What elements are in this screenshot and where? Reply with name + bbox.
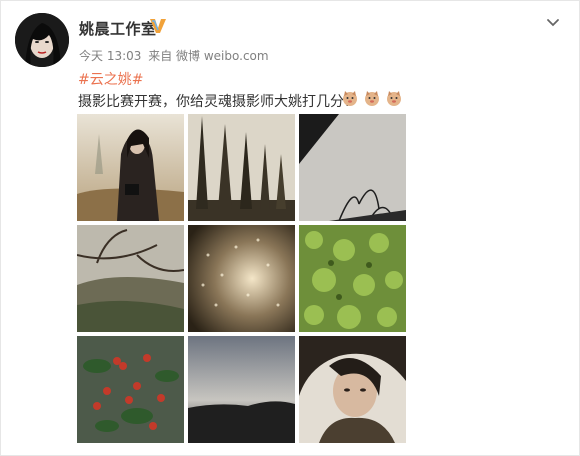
topic-link[interactable]: #云之姚# [78,69,143,89]
photo-bare-tree-valley[interactable] [77,225,184,332]
weibo-post-card: 姚晨工作室 今天 13:03 来自 微博 weibo.com #云之姚# 摄影比… [0,0,580,456]
doge-emoji [385,89,403,107]
post-text: 摄影比赛开赛，你给灵魂摄影师大姚打几分？ [78,94,358,110]
post-meta: 今天 13:03 来自 微博 weibo.com [79,47,269,64]
photo-tall-trees[interactable] [188,114,295,221]
verified-v-icon [149,15,167,35]
photo-green-moss[interactable] [299,225,406,332]
author-name[interactable]: 姚晨工作室 [79,18,157,39]
chevron-down-icon[interactable] [543,13,563,33]
photo-woman-portrait[interactable] [299,336,406,443]
doge-emoji [363,89,381,107]
photo-branches-sky[interactable] [299,114,406,221]
photo-red-berries[interactable] [77,336,184,443]
post-time[interactable]: 今天 13:03 [79,49,141,63]
avatar[interactable] [15,13,69,67]
photo-woman-with-camera[interactable] [77,114,184,221]
photo-grid [77,114,406,443]
post-source[interactable]: 来自 微博 weibo.com [148,49,268,63]
doge-emoji [341,89,359,107]
photo-dusk-landscape[interactable] [188,336,295,443]
emoji-group [341,89,403,107]
photo-light-bokeh[interactable] [188,225,295,332]
